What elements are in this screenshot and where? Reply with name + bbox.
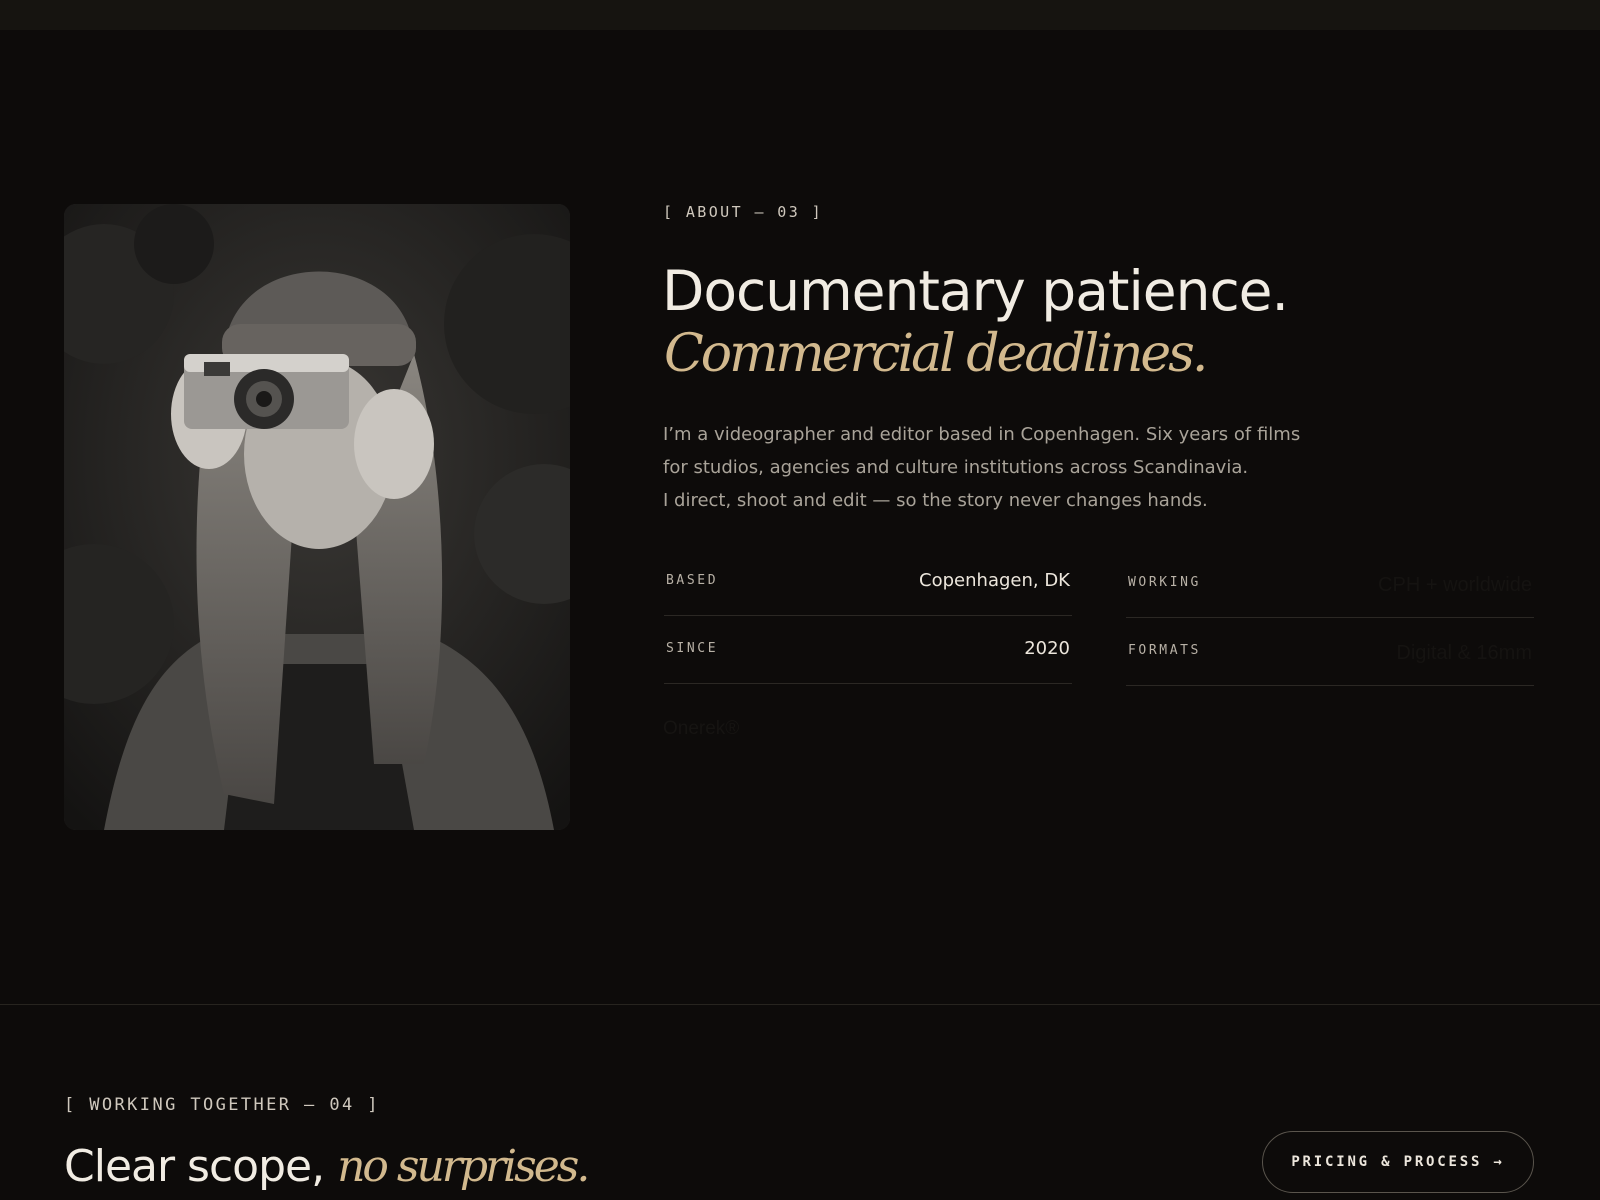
about-headline-accent: Commercial deadlines. <box>664 324 1208 384</box>
fact-based: BASED Copenhagen, DK <box>664 560 1072 616</box>
fact-value: CPH + worldwide <box>1378 574 1532 596</box>
bio-line: I direct, shoot and edit — so the story … <box>663 490 1208 511</box>
fact-value: Digital & 16mm <box>1396 642 1532 664</box>
top-bar <box>0 0 1600 30</box>
working-headline-main: Clear scope, <box>64 1141 325 1192</box>
fact-working: WORKING CPH + worldwide <box>1126 562 1534 618</box>
about-kicker: [ ABOUT — 03 ] <box>663 203 824 221</box>
bio-line: I’m a videographer and editor based in C… <box>663 424 1301 445</box>
portrait-photo-icon <box>64 204 570 830</box>
working-headline-accent: no surprises. <box>337 1141 590 1192</box>
working-kicker: [ WORKING TOGETHER — 04 ] <box>64 1095 380 1115</box>
fact-label: BASED <box>666 573 719 588</box>
portrait-photo <box>64 204 570 830</box>
working-headline: Clear scope, no surprises. <box>64 1138 590 1196</box>
about-headline: Documentary patience. <box>662 259 1289 323</box>
fact-value: Copenhagen, DK <box>919 570 1070 591</box>
fact-value: 2020 <box>1024 638 1070 659</box>
section-divider <box>0 1004 1600 1005</box>
fact-label: SINCE <box>666 641 719 656</box>
fact-label: FORMATS <box>1128 643 1201 658</box>
pricing-process-button[interactable]: PRICING & PROCESS → <box>1262 1131 1534 1193</box>
brand-mark: Onerek® <box>663 718 740 739</box>
bio-line: for studios, agencies and culture instit… <box>663 457 1249 478</box>
fact-label: WORKING <box>1128 575 1201 590</box>
fact-since: SINCE 2020 <box>664 628 1072 684</box>
about-bio: I’m a videographer and editor based in C… <box>663 418 1363 517</box>
fact-formats: FORMATS Digital & 16mm <box>1126 630 1534 686</box>
